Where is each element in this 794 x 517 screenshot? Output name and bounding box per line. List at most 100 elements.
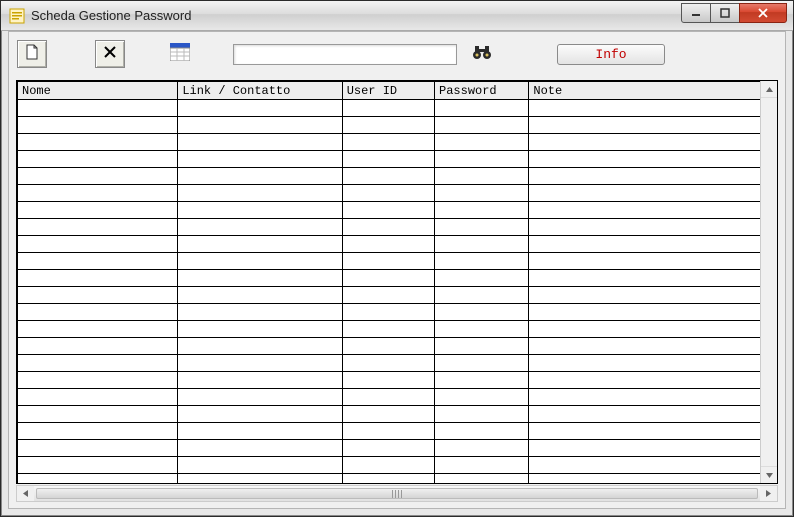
cell[interactable] <box>18 355 178 372</box>
cell[interactable] <box>529 304 777 321</box>
cell[interactable] <box>342 406 434 423</box>
table-row[interactable] <box>18 151 777 168</box>
cell[interactable] <box>435 202 529 219</box>
scroll-thumb[interactable] <box>36 488 758 499</box>
column-header[interactable]: Note <box>529 82 777 100</box>
cell[interactable] <box>529 389 777 406</box>
cell[interactable] <box>178 117 342 134</box>
close-button[interactable] <box>739 3 787 23</box>
cell[interactable] <box>529 168 777 185</box>
cell[interactable] <box>342 457 434 474</box>
cell[interactable] <box>18 287 178 304</box>
cell[interactable] <box>435 253 529 270</box>
cell[interactable] <box>18 151 178 168</box>
cell[interactable] <box>529 474 777 485</box>
horizontal-scrollbar[interactable] <box>16 485 778 502</box>
cell[interactable] <box>435 168 529 185</box>
table-row[interactable] <box>18 253 777 270</box>
scroll-track[interactable] <box>34 486 760 501</box>
cell[interactable] <box>18 219 178 236</box>
cell[interactable] <box>342 321 434 338</box>
table-row[interactable] <box>18 236 777 253</box>
cell[interactable] <box>529 202 777 219</box>
cell[interactable] <box>435 423 529 440</box>
cell[interactable] <box>529 406 777 423</box>
table-row[interactable] <box>18 304 777 321</box>
cell[interactable] <box>342 151 434 168</box>
table-row[interactable] <box>18 270 777 287</box>
table-row[interactable] <box>18 100 777 117</box>
cell[interactable] <box>178 134 342 151</box>
cell[interactable] <box>178 202 342 219</box>
cell[interactable] <box>435 236 529 253</box>
cell[interactable] <box>529 219 777 236</box>
cell[interactable] <box>18 236 178 253</box>
table-row[interactable] <box>18 474 777 485</box>
cell[interactable] <box>529 440 777 457</box>
cell[interactable] <box>435 355 529 372</box>
cell[interactable] <box>178 457 342 474</box>
cell[interactable] <box>342 287 434 304</box>
cell[interactable] <box>435 287 529 304</box>
cell[interactable] <box>435 117 529 134</box>
cell[interactable] <box>178 253 342 270</box>
info-button[interactable]: Info <box>557 44 665 65</box>
cell[interactable] <box>435 134 529 151</box>
cell[interactable] <box>529 355 777 372</box>
cell[interactable] <box>18 100 178 117</box>
cell[interactable] <box>178 236 342 253</box>
cell[interactable] <box>342 134 434 151</box>
cell[interactable] <box>435 389 529 406</box>
table-row[interactable] <box>18 457 777 474</box>
cell[interactable] <box>342 219 434 236</box>
cell[interactable] <box>178 219 342 236</box>
cell[interactable] <box>18 134 178 151</box>
scroll-down-icon[interactable] <box>761 466 777 483</box>
cell[interactable] <box>342 100 434 117</box>
delete-button[interactable] <box>95 40 125 68</box>
cell[interactable] <box>342 202 434 219</box>
cell[interactable] <box>178 440 342 457</box>
table-row[interactable] <box>18 338 777 355</box>
cell[interactable] <box>342 117 434 134</box>
cell[interactable] <box>342 440 434 457</box>
cell[interactable] <box>529 185 777 202</box>
cell[interactable] <box>529 372 777 389</box>
maximize-button[interactable] <box>710 3 740 23</box>
cell[interactable] <box>18 389 178 406</box>
table-row[interactable] <box>18 406 777 423</box>
cell[interactable] <box>342 270 434 287</box>
search-input[interactable] <box>233 44 457 65</box>
find-button[interactable] <box>469 41 495 67</box>
table-row[interactable] <box>18 117 777 134</box>
cell[interactable] <box>435 406 529 423</box>
table-row[interactable] <box>18 423 777 440</box>
cell[interactable] <box>342 338 434 355</box>
cell[interactable] <box>18 457 178 474</box>
password-grid[interactable]: NomeLink / ContattoUser IDPasswordNote <box>17 81 777 484</box>
cell[interactable] <box>18 304 178 321</box>
cell[interactable] <box>18 117 178 134</box>
cell[interactable] <box>178 151 342 168</box>
cell[interactable] <box>529 457 777 474</box>
minimize-button[interactable] <box>681 3 711 23</box>
cell[interactable] <box>178 474 342 485</box>
table-row[interactable] <box>18 321 777 338</box>
cell[interactable] <box>342 185 434 202</box>
cell[interactable] <box>178 338 342 355</box>
cell[interactable] <box>342 389 434 406</box>
cell[interactable] <box>342 423 434 440</box>
cell[interactable] <box>435 219 529 236</box>
table-row[interactable] <box>18 440 777 457</box>
cell[interactable] <box>178 304 342 321</box>
cell[interactable] <box>18 372 178 389</box>
cell[interactable] <box>342 304 434 321</box>
cell[interactable] <box>178 406 342 423</box>
cell[interactable] <box>435 270 529 287</box>
cell[interactable] <box>18 321 178 338</box>
cell[interactable] <box>342 236 434 253</box>
cell[interactable] <box>18 253 178 270</box>
table-row[interactable] <box>18 389 777 406</box>
cell[interactable] <box>529 236 777 253</box>
cell[interactable] <box>342 355 434 372</box>
